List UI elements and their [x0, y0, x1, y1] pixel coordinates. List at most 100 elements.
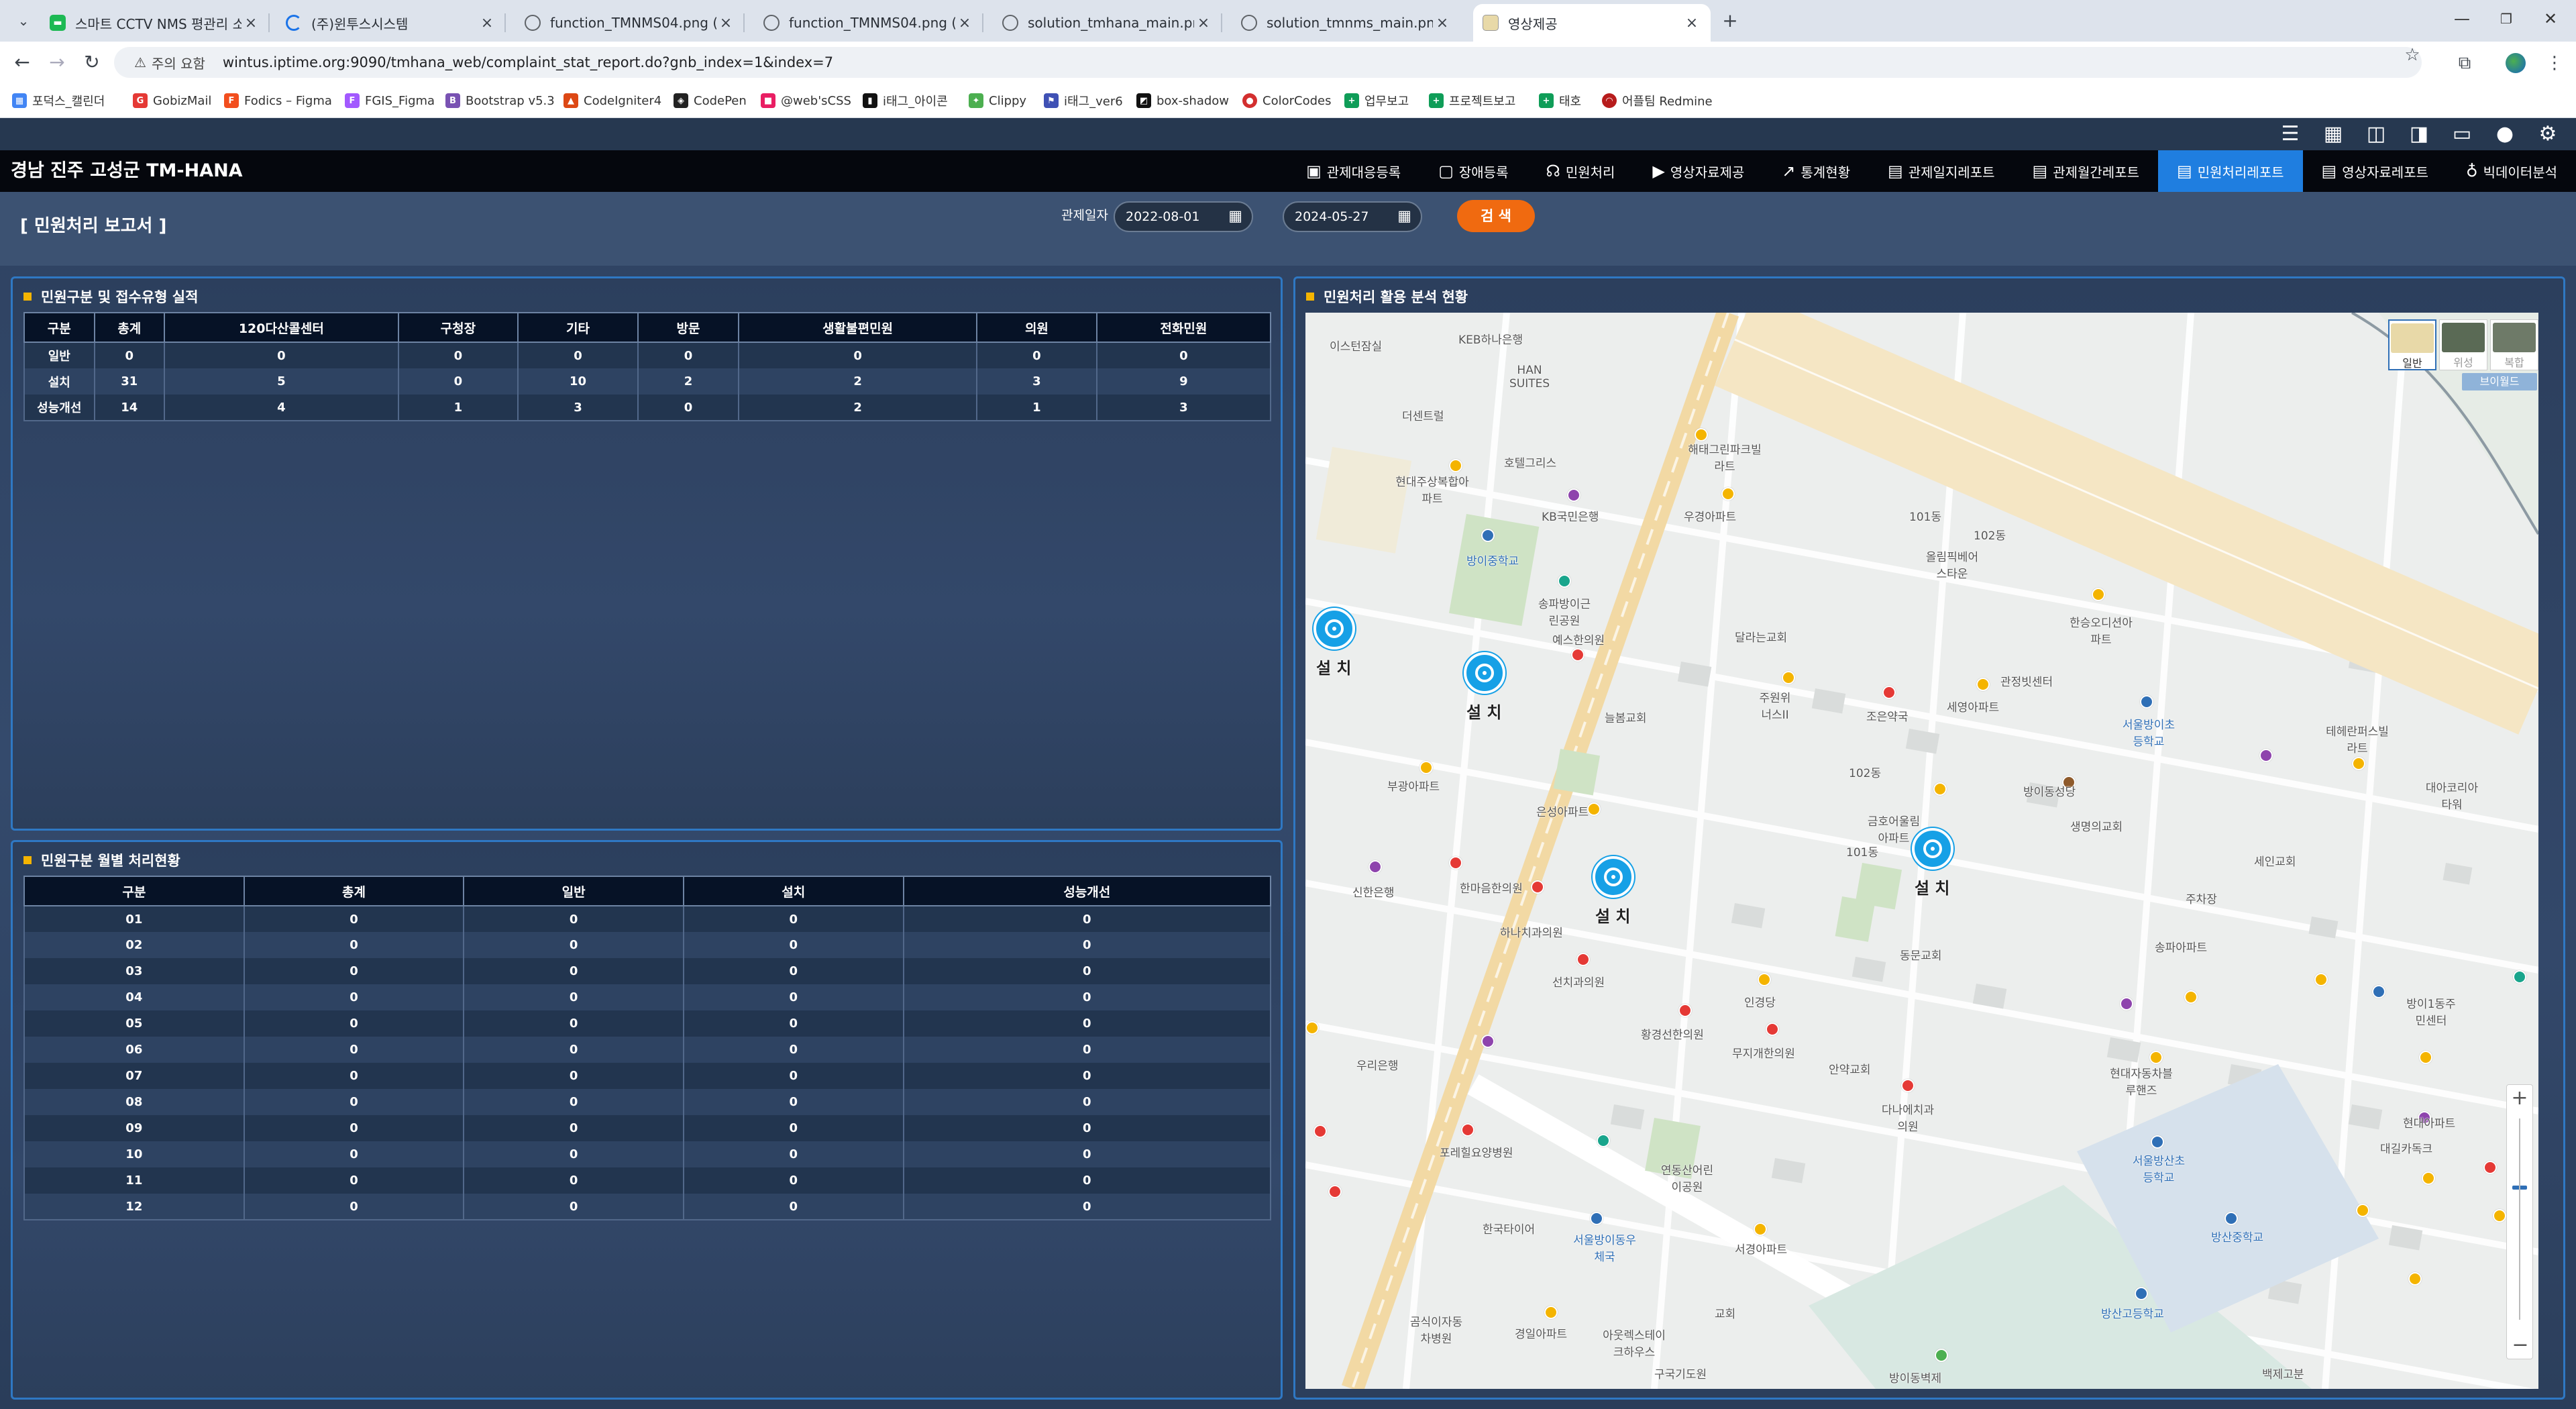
forward-icon[interactable]: → — [42, 47, 72, 78]
back-icon[interactable]: ← — [7, 47, 38, 78]
apartment-marker-icon — [1782, 671, 1795, 684]
settings-gear-icon[interactable]: ⚙ — [2526, 118, 2569, 150]
table-cell: 0 — [463, 1010, 684, 1037]
bookmark-item[interactable]: ● ColorCodes — [1242, 90, 1331, 111]
menu-item-bigdata[interactable]: ♁ 빅데이터분석 — [2447, 150, 2576, 192]
menu-item-daily-report[interactable]: ▤ 관제일지레포트 — [1869, 150, 2014, 192]
menu-item-control-response[interactable]: ▣ 관제대응등록 — [1287, 150, 1419, 192]
map-view[interactable]: 이스턴잠실 KEB하나은행 HAN SUITES 더센트럴 호텔그리스 현대주상… — [1305, 313, 2538, 1389]
address-bar[interactable]: ⚠ 주의 요함 wintus.iptime.org:9090/tmhana_web… — [114, 47, 2422, 78]
bookmark-item[interactable]: ⚑ i태그_ver6 — [1044, 90, 1123, 111]
extensions-icon[interactable]: ⧉ — [2451, 50, 2478, 76]
zoom-out-icon[interactable]: − — [2507, 1332, 2534, 1359]
user-icon[interactable]: ● — [2483, 118, 2526, 150]
table-row: 04 0 0 0 0 — [23, 984, 1272, 1010]
calendar-icon: ▦ — [12, 93, 27, 108]
menu-item-monthly-report[interactable]: ▤ 관제월간레포트 — [2014, 150, 2159, 192]
browser-tab-7-active[interactable]: 영상제공 × — [1473, 4, 1711, 42]
table-cell: 05 — [23, 1010, 245, 1037]
zoom-control[interactable]: + − — [2506, 1084, 2533, 1359]
menu-item-complaint-report[interactable]: ▤ 민원처리레포트 — [2158, 150, 2303, 192]
bookmark-item[interactable]: F Fodics – Figma — [224, 90, 332, 111]
cctv-install-pin[interactable] — [1464, 652, 1505, 694]
table-cell: 0 — [682, 1194, 904, 1220]
close-icon[interactable]: × — [955, 15, 974, 32]
date-to-input[interactable]: 2024-05-27 ▦ — [1283, 201, 1422, 232]
window-close-icon[interactable]: ✕ — [2530, 5, 2571, 32]
zoom-in-icon[interactable]: + — [2507, 1085, 2532, 1112]
bookmark-item[interactable]: + 업무보고 — [1344, 90, 1409, 111]
bookmark-item[interactable]: F FGIS_Figma — [345, 90, 435, 111]
tab-title: solution_tmnms_main.png (720 — [1267, 15, 1433, 31]
more-menu-icon[interactable]: ⋮ — [2541, 50, 2568, 76]
security-warning[interactable]: ⚠ 주의 요함 — [125, 53, 215, 72]
menu-item-complaint[interactable]: ☊ 민원처리 — [1527, 150, 1633, 192]
menu-item-video-provide[interactable]: ▶ 영상자료제공 — [1633, 150, 1763, 192]
bookmark-item[interactable]: ▲ CodeIgniter4 — [564, 90, 661, 111]
browser-tab-5[interactable]: solution_tmhana_main.png (720× — [993, 4, 1222, 42]
browser-tab-6[interactable]: solution_tmnms_main.png (720× — [1232, 4, 1461, 42]
close-icon[interactable]: × — [478, 15, 496, 32]
menu-item-statistics[interactable]: ↗ 통계현황 — [1763, 150, 1869, 192]
map-type-hybrid[interactable]: 복합 — [2490, 319, 2538, 370]
map-place-label: 인경당 — [1744, 996, 1776, 1010]
browser-tab-1[interactable]: ▬ 스마트 CCTV NMS 평관리 소프트웨어× — [40, 4, 270, 42]
bookmark-item[interactable]: B Bootstrap v5.3 — [445, 90, 555, 111]
new-tab-icon[interactable]: + — [1715, 5, 1746, 36]
map-type-normal[interactable]: 일반 — [2388, 319, 2436, 370]
date-from-input[interactable]: 2022-08-01 ▦ — [1114, 201, 1253, 232]
bookmark-item[interactable]: ■ @web'sCSS — [761, 90, 851, 111]
bookmark-item[interactable]: ✦ Clippy — [969, 90, 1026, 111]
message-icon[interactable]: ▭ — [2440, 118, 2483, 150]
close-icon[interactable]: × — [1194, 15, 1213, 32]
bookmark-item[interactable]: G GobizMail — [133, 90, 211, 111]
bookmark-item[interactable]: ◈ CodePen — [674, 90, 747, 111]
close-icon[interactable]: × — [1433, 15, 1452, 32]
bookmark-item[interactable]: + 프로젝트보고 — [1429, 90, 1515, 111]
url-text[interactable]: wintus.iptime.org:9090/tmhana_web/compla… — [223, 54, 833, 70]
map-thumbnail — [2493, 323, 2536, 352]
map-type-satellite[interactable]: 위성 — [2439, 319, 2487, 370]
close-icon[interactable]: × — [716, 15, 735, 32]
tab-strip: ⌄ ▬스마트 CCTV NMS 평관리 소프트웨어× (주)윈투스시스템× fu… — [0, 0, 2576, 42]
calendar-icon[interactable]: ▦ — [1397, 208, 1411, 225]
column-header: 생활불편민원 — [738, 312, 978, 343]
bookmark-star-icon[interactable]: ☆ — [2399, 42, 2426, 68]
calendar-icon[interactable]: ▦ — [2312, 118, 2355, 150]
column-header: 방문 — [637, 312, 740, 343]
bookmark-item[interactable]: ▦ 포덕스_캘린더 — [12, 90, 105, 111]
browser-tab-3[interactable]: function_TMNMS04.png (3608× — [515, 4, 745, 42]
map-place-label: 무지개한의원 — [1732, 1047, 1795, 1061]
bookmark-label: i태그_ver6 — [1064, 95, 1123, 109]
bookmark-item[interactable]: ▮ i태그_아이콘 — [863, 90, 948, 111]
reload-icon[interactable]: ↻ — [76, 47, 107, 78]
bookmark-item[interactable]: ◩ box-shadow — [1136, 90, 1229, 111]
cctv-install-pin[interactable] — [1313, 608, 1355, 649]
tab-search-icon[interactable]: ⌄ — [8, 5, 39, 36]
cctv-install-pin[interactable] — [1593, 856, 1634, 898]
restore-icon[interactable]: ❐ — [2486, 5, 2526, 32]
browser-tab-2[interactable]: (주)윈투스시스템 × — [276, 4, 506, 42]
bookmark-item[interactable]: + 태호 — [1539, 90, 1581, 111]
apartment-marker-icon — [2408, 1272, 2422, 1286]
menu-item-video-report[interactable]: ▤ 영상자료레포트 — [2303, 150, 2448, 192]
bookmark-label: ColorCodes — [1263, 93, 1332, 108]
table-cell: 0 — [682, 1063, 904, 1089]
flame-icon: ▲ — [564, 93, 578, 108]
video-camera-icon[interactable]: ◨ — [2398, 118, 2440, 150]
browser-tab-4[interactable]: function_TMNMS04.png (3608× — [754, 4, 983, 42]
search-button[interactable]: 검 색 — [1457, 200, 1535, 232]
profile-avatar-icon[interactable] — [2502, 50, 2529, 76]
bookmark-item[interactable]: ◠ 어플팀 Redmine — [1602, 90, 1713, 111]
close-icon[interactable]: × — [1682, 15, 1701, 32]
column-header: 의원 — [976, 312, 1097, 343]
calendar-icon[interactable]: ▦ — [1228, 208, 1242, 225]
menu-item-fault-register[interactable]: ▢ 장애등록 — [1419, 150, 1527, 192]
map-place-label: 동문교회 — [1900, 949, 1942, 963]
cctv-install-pin[interactable] — [1912, 828, 1953, 870]
table-row: 성능개선 14 4 1 3 0 2 1 3 — [23, 395, 1272, 421]
edit-list-icon[interactable]: ☰ — [2269, 118, 2312, 150]
close-icon[interactable]: × — [241, 15, 260, 32]
camera-settings-icon[interactable]: ◫ — [2355, 118, 2398, 150]
minimize-icon[interactable]: — — [2442, 5, 2482, 32]
